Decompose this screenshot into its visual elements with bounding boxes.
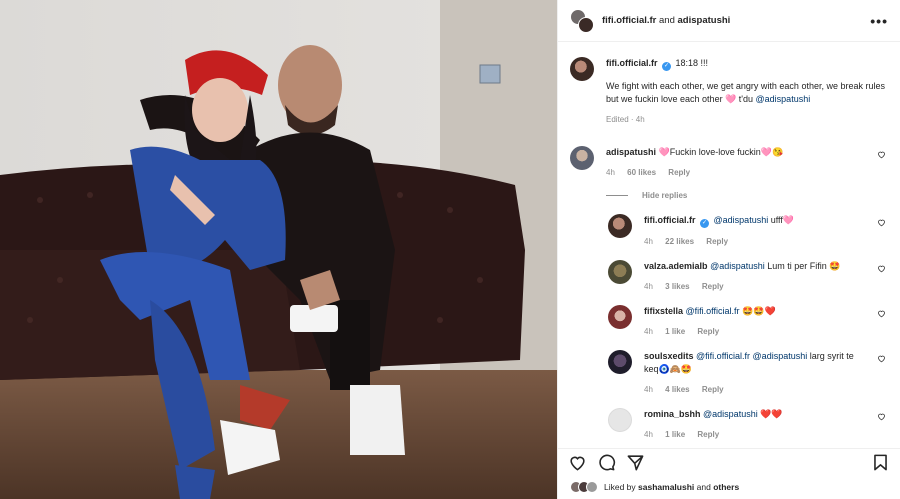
reply-comment: valza.ademiaIb @adispatushi Lum ti per F… xyxy=(608,260,886,291)
edited-label: Edited · 4h xyxy=(606,115,645,124)
author-link[interactable]: fifi.official.fr xyxy=(602,15,656,26)
reply-comment: soulsxedits @fifi.official.fr @adispatus… xyxy=(608,350,886,394)
comment-likes[interactable]: 1 like xyxy=(665,430,685,439)
post-photo[interactable] xyxy=(0,0,557,499)
avatar xyxy=(578,16,594,33)
comment-username[interactable]: fifixstella xyxy=(644,306,683,316)
photo-image xyxy=(0,0,557,499)
comment-mention[interactable]: @fifi.official.fr xyxy=(686,306,740,316)
comment-time: 4h xyxy=(644,385,653,394)
liked-and: and xyxy=(696,482,711,492)
caption-username[interactable]: fifi.official.fr xyxy=(606,58,658,68)
comment-mention[interactable]: @fifi.official.fr xyxy=(696,351,750,361)
liked-by-label: Liked by xyxy=(604,482,636,492)
comment-time: 4h xyxy=(644,327,653,336)
comment-text: ufff🩷 xyxy=(770,215,795,225)
heart-icon[interactable] xyxy=(877,218,886,227)
comment-likes[interactable]: 3 likes xyxy=(665,282,689,291)
reply-button[interactable]: Reply xyxy=(697,430,719,439)
post-caption: fifi.official.fr ✓ 18:18 !!! We fight wi… xyxy=(570,43,886,132)
like-heart-icon[interactable] xyxy=(568,453,587,472)
comment-time: 4h xyxy=(606,168,615,177)
comment-text: 🤩🤩❤️ xyxy=(742,306,776,316)
more-options-icon[interactable]: ••• xyxy=(870,13,888,29)
comment-text: ❤️❤️ xyxy=(760,409,783,419)
post-header: fifi.official.fr and adispatushi ••• xyxy=(558,0,900,42)
avatar[interactable] xyxy=(608,214,632,238)
liker-link[interactable]: sashamalushi xyxy=(638,482,694,492)
reply-comment: fifixstella @fifi.official.fr 🤩🤩❤️ 4h 1 … xyxy=(608,305,886,336)
post-side-panel: fifi.official.fr and adispatushi ••• fif… xyxy=(557,0,900,499)
hide-replies-button[interactable]: Hide replies xyxy=(606,191,886,200)
avatar[interactable] xyxy=(608,305,632,329)
reply-button[interactable]: Reply xyxy=(668,168,690,177)
share-send-icon[interactable] xyxy=(626,453,645,472)
comment: adispatushi 🩷Fuckin love-love fuckin🩷😘 4… xyxy=(570,146,886,177)
avatar[interactable] xyxy=(608,408,632,432)
comment-likes[interactable]: 1 like xyxy=(665,327,685,336)
heart-icon[interactable] xyxy=(877,309,886,318)
avatar[interactable] xyxy=(608,260,632,284)
comment-bubble-icon[interactable] xyxy=(597,453,616,472)
reply-button[interactable]: Reply xyxy=(702,282,724,291)
liked-by-row: Liked by sashamalushi and others xyxy=(570,481,739,493)
verified-badge-icon: ✓ xyxy=(662,62,672,71)
liked-by-text: Liked by sashamalushi and others xyxy=(604,482,739,492)
reply-button[interactable]: Reply xyxy=(697,327,719,336)
hide-replies-label: Hide replies xyxy=(642,191,688,200)
avatar[interactable] xyxy=(570,146,594,170)
author-link[interactable]: adispatushi xyxy=(678,15,731,26)
comment-time: 4h xyxy=(644,237,653,246)
divider xyxy=(606,195,628,196)
comment-mention[interactable]: @adispatushi xyxy=(753,351,808,361)
post-authors: fifi.official.fr and adispatushi xyxy=(602,15,870,26)
reply-comment: fifi.official.fr ✓ @adispatushi ufff🩷 4h… xyxy=(608,214,886,246)
comment-likes[interactable]: 22 likes xyxy=(665,237,694,246)
comment-time: 4h xyxy=(644,430,653,439)
comment-username[interactable]: soulsxedits xyxy=(644,351,694,361)
caption-mention[interactable]: @adispatushi xyxy=(756,94,811,104)
bookmark-icon[interactable] xyxy=(871,453,890,472)
comment-likes[interactable]: 60 likes xyxy=(627,168,656,177)
collab-avatars[interactable] xyxy=(570,8,594,33)
reply-button[interactable]: Reply xyxy=(702,385,724,394)
comment-username[interactable]: adispatushi xyxy=(606,147,656,157)
comment-likes[interactable]: 4 likes xyxy=(665,385,689,394)
comment-text: Lum ti per Fifin 🤩 xyxy=(767,261,841,271)
avatar[interactable] xyxy=(570,57,594,81)
heart-icon[interactable] xyxy=(877,354,886,363)
others-link[interactable]: others xyxy=(713,482,739,492)
authors-separator: and xyxy=(659,15,675,26)
post-actions-bar xyxy=(558,448,900,476)
comment-username[interactable]: romina_bshh xyxy=(644,409,701,419)
comment-username[interactable]: fifi.official.fr xyxy=(644,215,696,225)
comment-mention[interactable]: @adispatushi xyxy=(714,215,769,225)
comments-list[interactable]: fifi.official.fr ✓ 18:18 !!! We fight wi… xyxy=(558,43,900,448)
comment-text: 🩷Fuckin love-love fuckin🩷😘 xyxy=(658,147,784,157)
heart-icon[interactable] xyxy=(877,412,886,421)
reply-comment: romina_bshh @adispatushi ❤️❤️ 4h 1 like … xyxy=(608,408,886,439)
heart-icon[interactable] xyxy=(877,264,886,273)
comment-mention[interactable]: @adispatushi xyxy=(710,261,765,271)
comment-time: 4h xyxy=(644,282,653,291)
reply-button[interactable]: Reply xyxy=(706,237,728,246)
heart-icon[interactable] xyxy=(877,150,886,159)
avatar xyxy=(586,481,598,493)
caption-text: We fight with each other, we get angry w… xyxy=(606,81,885,104)
comment-mention[interactable]: @adispatushi xyxy=(703,409,758,419)
verified-badge-icon: ✓ xyxy=(700,219,710,228)
caption-time-note: 18:18 !!! xyxy=(675,58,709,68)
comment-username[interactable]: valza.ademiaIb xyxy=(644,261,708,271)
avatar[interactable] xyxy=(608,350,632,374)
